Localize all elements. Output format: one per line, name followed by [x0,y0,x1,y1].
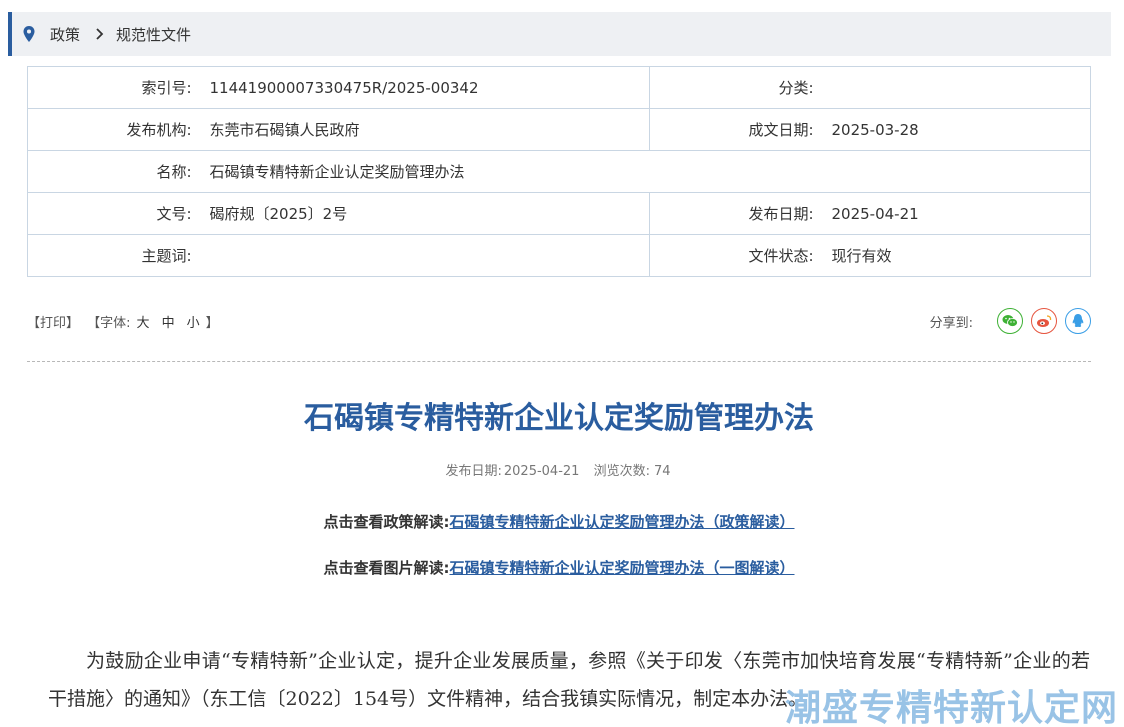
breadcrumb: 政策 规范性文件 [8,12,1111,56]
name-value: 石碣镇专精特新企业认定奖励管理办法 [197,150,1091,193]
font-medium-button[interactable]: 中 [162,316,175,331]
policy-interp-label: 点击查看政策解读: [323,513,450,531]
pub-date-value: 2025-04-21 [819,192,1091,235]
policy-interpretation-line: 点击查看政策解读:石碣镇专精特新企业认定奖励管理办法（政策解读） [0,511,1118,532]
pub-date: 2025-04-21 [503,464,580,479]
written-date-value: 2025-03-28 [819,108,1091,151]
font-small-button[interactable]: 小 [187,316,200,331]
site-watermark: 潮盛专精特新认定网 [784,688,1118,727]
docno-value: 碣府规〔2025〕2号 [197,192,650,235]
views-label: 浏览次数: [593,464,650,479]
image-interp-label: 点击查看图片解读: [323,559,450,577]
table-row: 索引号: 11441900007330475R/2025-00342 分类: [27,66,1091,109]
name-label: 名称: [27,150,198,193]
weibo-share-button[interactable] [1031,308,1057,334]
font-size-suffix: 】 [205,315,219,331]
breadcrumb-item-policy[interactable]: 政策 [50,24,80,45]
weibo-icon [1037,315,1052,327]
status-label: 文件状态: [649,234,820,277]
publisher-value: 东莞市石碣镇人民政府 [197,108,650,151]
keywords-value [197,234,650,277]
qq-share-button[interactable] [1065,308,1091,334]
keywords-label: 主题词: [27,234,198,277]
docno-label: 文号: [27,192,198,235]
dashed-divider [27,361,1091,362]
pub-date-label: 发布日期: [445,464,502,479]
chevron-right-icon [96,28,104,40]
share-bar: 分享到: [930,308,1091,334]
breadcrumb-item-normative-docs[interactable]: 规范性文件 [116,24,191,45]
article-title: 石碣镇专精特新企业认定奖励管理办法 [304,401,814,436]
status-value: 现行有效 [819,234,1091,277]
document-meta-table: 索引号: 11441900007330475R/2025-00342 分类: 发… [27,66,1091,277]
image-interpretation-line: 点击查看图片解读:石碣镇专精特新企业认定奖励管理办法（一图解读） [0,557,1118,578]
font-size-prefix: 【字体: [87,315,131,331]
font-large-button[interactable]: 大 [137,316,150,331]
policy-interp-link[interactable]: 石碣镇专精特新企业认定奖励管理办法（政策解读） [449,513,794,531]
table-row: 发布机构: 东莞市石碣镇人民政府 成文日期: 2025-03-28 [27,108,1091,151]
location-pin-icon [23,26,35,42]
views-count: 74 [653,464,671,479]
table-row: 名称: 石碣镇专精特新企业认定奖励管理办法 [27,150,1091,193]
table-row: 主题词: 文件状态: 现行有效 [27,234,1091,277]
table-row: 文号: 碣府规〔2025〕2号 发布日期: 2025-04-21 [27,192,1091,235]
publisher-label: 发布机构: [27,108,198,151]
wechat-share-button[interactable] [997,308,1023,334]
share-label: 分享到: [929,315,973,331]
pub-date-label: 发布日期: [649,192,820,235]
image-interp-link[interactable]: 石碣镇专精特新企业认定奖励管理办法（一图解读） [449,559,794,577]
index-label: 索引号: [27,66,198,109]
wechat-icon [1002,315,1018,327]
article-toolbar: 【打印】 【字体: 大中小】 分享到: [27,306,1091,336]
print-button[interactable]: 【打印】 [27,316,79,331]
category-label: 分类: [649,66,820,109]
toolbar-left: 【打印】 【字体: 大中小】 [27,312,223,331]
written-date-label: 成文日期: [649,108,820,151]
index-value: 11441900007330475R/2025-00342 [197,66,650,109]
category-value [819,66,1091,109]
article-pub-info: 发布日期: 2025-04-21 浏览次数: 74 [0,460,1118,479]
qq-icon [1072,314,1084,327]
